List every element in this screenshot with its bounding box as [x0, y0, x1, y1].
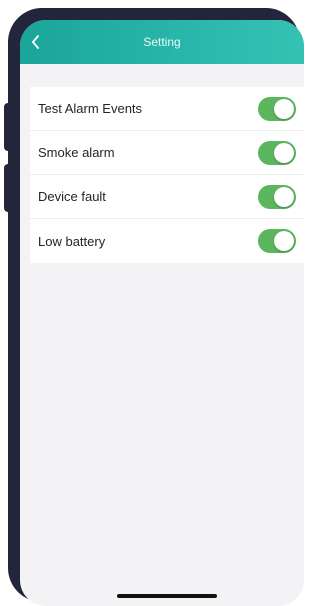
setting-label: Low battery — [38, 233, 106, 249]
settings-list: Test Alarm Events Smoke alarm Device fau… — [30, 87, 304, 263]
toggle-low-battery[interactable] — [258, 229, 296, 253]
toggle-device-fault[interactable] — [258, 185, 296, 209]
toggle-knob — [274, 231, 294, 251]
setting-row-smoke-alarm: Smoke alarm — [30, 131, 304, 175]
toggle-knob — [274, 99, 294, 119]
toggle-smoke-alarm[interactable] — [258, 141, 296, 165]
phone-frame: Setting Test Alarm Events Smoke alarm De… — [8, 8, 304, 606]
setting-row-test-alarm-events: Test Alarm Events — [30, 87, 304, 131]
setting-label: Device fault — [38, 189, 106, 204]
setting-row-device-fault: Device fault — [30, 175, 304, 219]
setting-label: Test Alarm Events — [38, 101, 143, 116]
toggle-test-alarm-events[interactable] — [258, 97, 296, 121]
home-indicator[interactable] — [117, 594, 217, 598]
setting-row-low-battery: Low battery — [30, 219, 304, 263]
page-title: Setting — [143, 35, 181, 49]
header-bar: Setting — [20, 20, 304, 64]
setting-label: Smoke alarm — [38, 145, 115, 160]
app-screen: Setting Test Alarm Events Smoke alarm De… — [20, 20, 304, 606]
toggle-knob — [274, 187, 294, 207]
toggle-knob — [274, 143, 294, 163]
